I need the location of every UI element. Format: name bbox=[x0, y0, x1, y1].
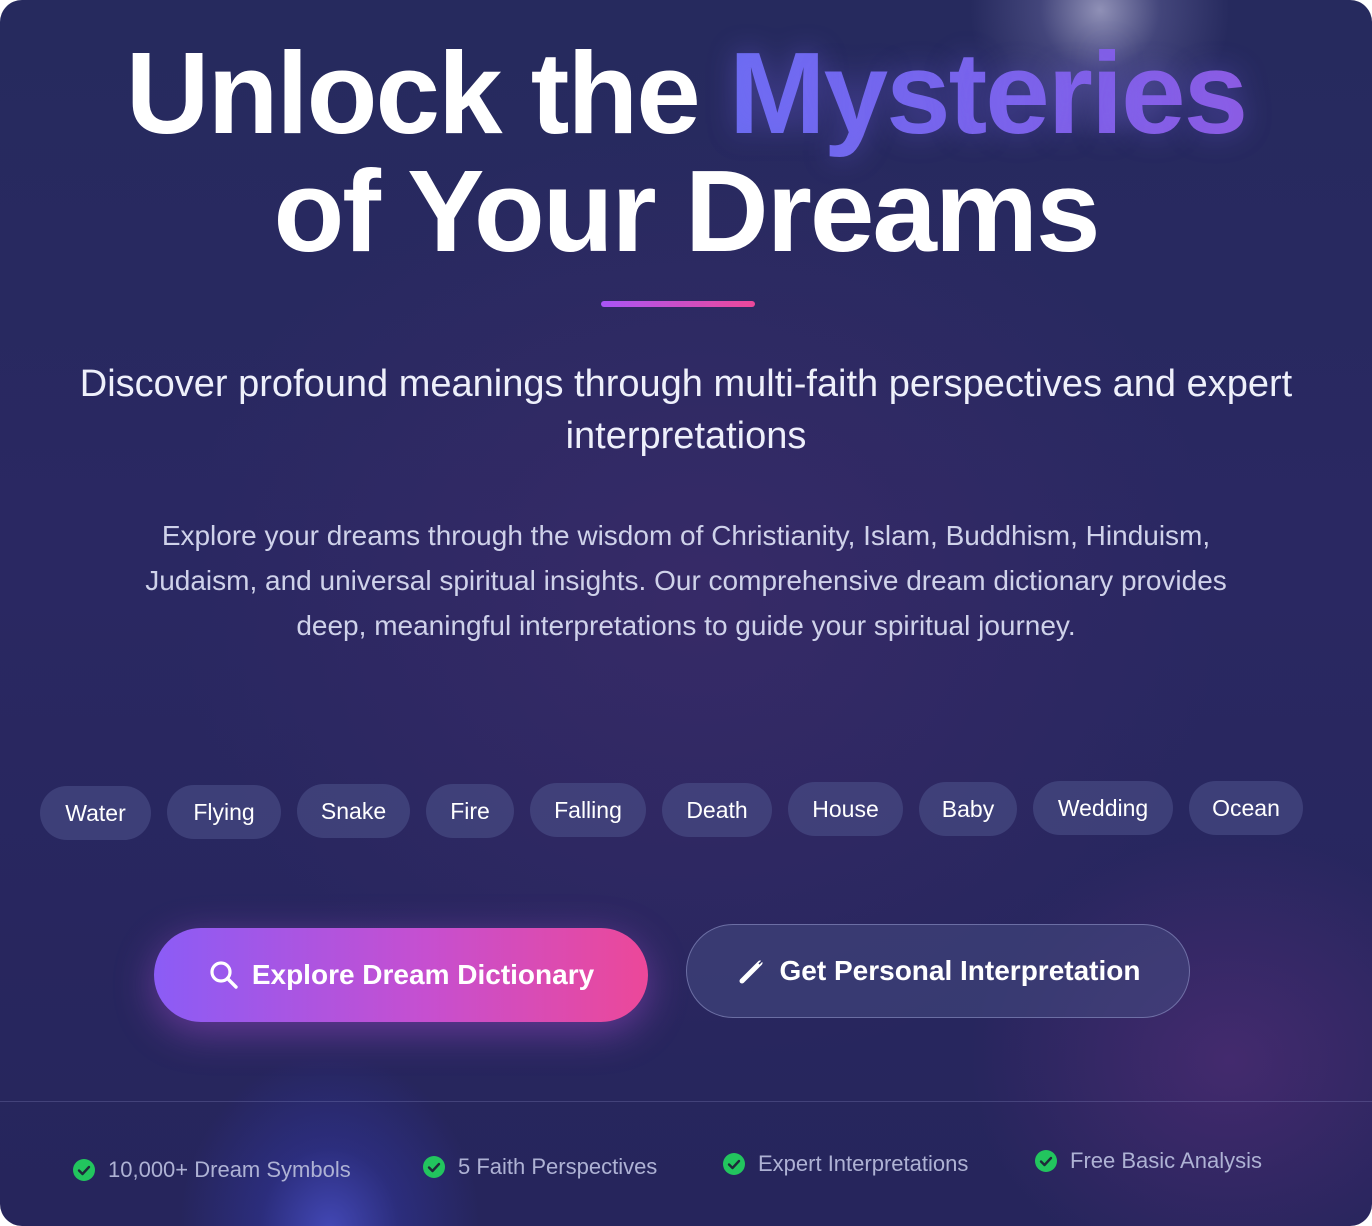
hero-section: Unlock the Mysteries of Your Dreams Disc… bbox=[0, 0, 1372, 1226]
tag-ocean[interactable]: Ocean bbox=[1189, 781, 1303, 835]
feature-label: Expert Interpretations bbox=[758, 1151, 969, 1176]
title-prefix: Unlock the bbox=[125, 28, 729, 158]
check-circle-icon bbox=[722, 1152, 746, 1176]
tag-wedding[interactable]: Wedding bbox=[1033, 781, 1173, 835]
feature-label: 10,000+ Dream Symbols bbox=[108, 1157, 351, 1182]
title-divider bbox=[601, 301, 755, 307]
check-circle-icon bbox=[422, 1155, 446, 1179]
title-line-2: of Your Dreams bbox=[273, 146, 1100, 276]
tag-water[interactable]: Water bbox=[40, 786, 151, 840]
hero-description: Explore your dreams through the wisdom o… bbox=[145, 520, 1227, 641]
get-personal-interpretation-button[interactable]: Get Personal Interpretation bbox=[686, 924, 1190, 1018]
tag-baby[interactable]: Baby bbox=[919, 782, 1017, 836]
tag-death[interactable]: Death bbox=[662, 783, 772, 837]
pencil-icon bbox=[736, 955, 768, 987]
secondary-button-label: Get Personal Interpretation bbox=[779, 955, 1141, 986]
search-icon bbox=[208, 959, 240, 991]
feature-item: Free Basic Analysis bbox=[1034, 1148, 1262, 1174]
hero-subtitle: Discover profound meanings through multi… bbox=[79, 363, 1293, 457]
tag-flying[interactable]: Flying bbox=[167, 785, 281, 839]
tag-house[interactable]: House bbox=[788, 782, 903, 836]
feature-item: Expert Interpretations bbox=[722, 1151, 968, 1177]
feature-label: Free Basic Analysis bbox=[1070, 1148, 1262, 1173]
hero-title: Unlock the Mysteries of Your Dreams bbox=[0, 34, 1372, 270]
feature-item: 5 Faith Perspectives bbox=[422, 1154, 657, 1180]
tag-fire[interactable]: Fire bbox=[426, 784, 514, 838]
primary-button-label: Explore Dream Dictionary bbox=[251, 959, 595, 990]
explore-dream-dictionary-button[interactable]: Explore Dream Dictionary bbox=[154, 928, 648, 1022]
tag-falling[interactable]: Falling bbox=[530, 783, 646, 837]
popular-symbol-tags: Water Flying Snake Fire Falling Death Ho… bbox=[40, 781, 1340, 841]
feature-label: 5 Faith Perspectives bbox=[458, 1154, 658, 1179]
check-circle-icon bbox=[1034, 1149, 1058, 1173]
footer-divider bbox=[0, 1101, 1372, 1102]
feature-item: 10,000+ Dream Symbols bbox=[72, 1157, 351, 1183]
check-circle-icon bbox=[72, 1158, 96, 1182]
title-accent-word: Mysteries bbox=[729, 28, 1248, 158]
feature-highlights: 10,000+ Dream Symbols 5 Faith Perspectiv… bbox=[0, 1140, 1372, 1200]
tag-snake[interactable]: Snake bbox=[297, 784, 410, 838]
